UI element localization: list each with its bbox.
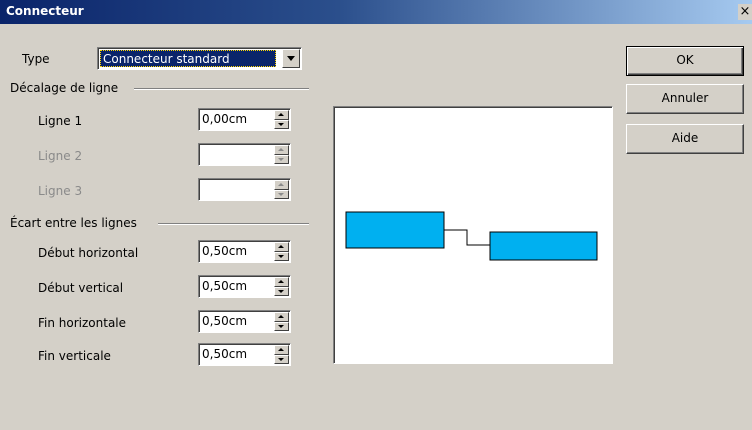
end-horizontal-spinbox[interactable]: 0,50cm xyxy=(198,310,291,333)
section-divider xyxy=(134,88,309,90)
spin-down-icon[interactable] xyxy=(274,322,289,331)
start-horizontal-value[interactable]: 0,50cm xyxy=(202,244,247,258)
spin-up-icon[interactable] xyxy=(274,312,289,322)
window-title: Connecteur xyxy=(6,4,84,18)
spin-down-icon[interactable] xyxy=(274,287,289,296)
start-shape xyxy=(345,211,445,249)
line-spacing-section: Écart entre les lignes xyxy=(10,216,309,230)
end-horizontal-value[interactable]: 0,50cm xyxy=(202,314,247,328)
spin-up-icon[interactable] xyxy=(274,242,289,252)
chevron-down-icon[interactable] xyxy=(282,49,300,68)
type-label-text: Type xyxy=(22,52,50,66)
type-label: Type xyxy=(22,52,50,66)
line-offset-section: Décalage de ligne xyxy=(10,81,309,95)
close-icon[interactable]: × xyxy=(738,4,752,20)
line-2-label: Ligne 2 xyxy=(38,149,83,163)
preview-canvas xyxy=(345,211,598,261)
line-1-value[interactable]: 0,00cm xyxy=(202,112,247,126)
start-horizontal-spinbox[interactable]: 0,50cm xyxy=(198,240,291,263)
spin-up-icon[interactable] xyxy=(274,110,289,120)
line-offset-heading: Décalage de ligne xyxy=(10,81,119,95)
title-bar: Connecteur × xyxy=(0,0,752,24)
connector-preview xyxy=(333,106,613,364)
connector-line xyxy=(444,229,490,246)
line-1-spinbox[interactable]: 0,00cm xyxy=(198,108,291,131)
spin-down-icon[interactable] xyxy=(274,120,289,129)
line-3-label: Ligne 3 xyxy=(38,184,83,198)
spin-up-icon[interactable] xyxy=(274,345,289,355)
type-select-value: Connecteur standard xyxy=(100,50,276,67)
spin-down-icon[interactable] xyxy=(274,355,289,364)
end-shape xyxy=(489,231,598,261)
type-select[interactable]: Connecteur standard xyxy=(97,47,302,70)
line-3-spinbox xyxy=(198,178,291,201)
start-vertical-label: Début vertical xyxy=(38,281,124,295)
end-vertical-label: Fin verticale xyxy=(38,349,111,363)
spin-down-icon xyxy=(274,190,289,199)
spin-up-icon xyxy=(274,145,289,155)
spin-down-icon[interactable] xyxy=(274,252,289,261)
end-vertical-value[interactable]: 0,50cm xyxy=(202,347,247,361)
section-divider xyxy=(158,223,309,225)
spin-up-icon xyxy=(274,180,289,190)
start-vertical-value[interactable]: 0,50cm xyxy=(202,279,247,293)
help-button[interactable]: Aide xyxy=(626,124,744,154)
end-vertical-spinbox[interactable]: 0,50cm xyxy=(198,343,291,366)
line-spacing-heading: Écart entre les lignes xyxy=(10,216,137,230)
line-2-spinbox xyxy=(198,143,291,166)
line-1-label: Ligne 1 xyxy=(38,114,83,128)
spin-up-icon[interactable] xyxy=(274,277,289,287)
cancel-button[interactable]: Annuler xyxy=(626,84,744,114)
ok-button[interactable]: OK xyxy=(626,46,744,76)
end-horizontal-label: Fin horizontale xyxy=(38,316,127,330)
spin-down-icon xyxy=(274,155,289,164)
start-vertical-spinbox[interactable]: 0,50cm xyxy=(198,275,291,298)
start-horizontal-label: Début horizontal xyxy=(38,246,139,260)
